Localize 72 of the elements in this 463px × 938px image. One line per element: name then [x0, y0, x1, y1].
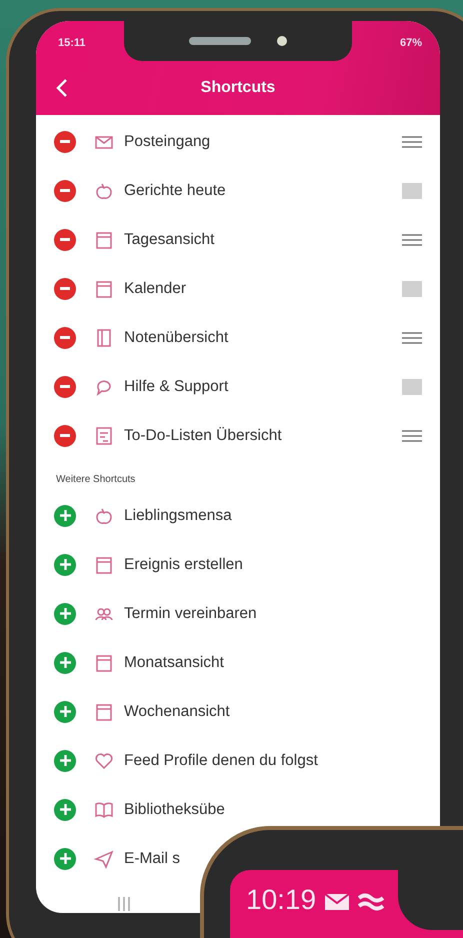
shortcut-label: Wochenansicht	[124, 702, 231, 720]
heart-icon	[94, 750, 114, 770]
calendar-icon	[94, 652, 114, 672]
add-button[interactable]	[54, 652, 76, 674]
add-button[interactable]	[54, 554, 76, 576]
calendar-icon	[94, 554, 114, 574]
drag-handle-icon[interactable]	[402, 182, 422, 198]
calendar-icon	[94, 278, 114, 298]
page-title: Shortcuts	[200, 79, 276, 97]
battery-level: 67%	[400, 37, 422, 49]
remove-button[interactable]	[54, 376, 76, 398]
plus-icon	[60, 755, 70, 766]
shortcut-label: Lieblingsmensa	[124, 506, 233, 524]
minus-icon	[60, 140, 70, 143]
add-button[interactable]	[54, 750, 76, 772]
shortcut-label: Feed Profile denen du folgst	[124, 752, 319, 770]
add-button[interactable]	[54, 798, 76, 820]
shortcut-label: Termin vereinbaren	[124, 604, 258, 622]
drag-handle-icon[interactable]	[402, 330, 422, 344]
shortcut-label: Tagesansicht	[124, 230, 216, 248]
minus-icon	[60, 238, 70, 241]
status-time: 10:19	[246, 884, 316, 916]
shortcut-label: Kalender	[124, 280, 188, 298]
shortcut-label: E-Mail s	[124, 850, 181, 868]
plus-icon	[60, 510, 70, 521]
open-book-icon	[94, 800, 114, 820]
minus-icon	[60, 287, 70, 290]
minus-icon	[60, 434, 70, 437]
plus-icon	[60, 559, 70, 570]
status-time: 15:11	[58, 37, 86, 49]
remove-button[interactable]	[54, 278, 76, 300]
speaker-icon	[189, 37, 251, 45]
paper-plane-icon	[94, 848, 114, 868]
calendar-icon	[94, 702, 114, 722]
drag-handle-icon[interactable]	[402, 134, 422, 148]
wave-icon	[358, 892, 384, 912]
plus-icon	[60, 657, 70, 668]
checklist-icon	[94, 426, 114, 446]
drag-handle-icon[interactable]	[402, 232, 422, 246]
shortcut-label: Posteingang	[124, 132, 212, 150]
plus-icon	[60, 804, 70, 815]
shortcut-label: Notenübersicht	[124, 328, 230, 346]
drag-handle-icon[interactable]	[402, 280, 422, 296]
remove-button[interactable]	[54, 424, 76, 446]
section-heading: Weitere Shortcuts	[55, 473, 136, 487]
add-button[interactable]	[54, 602, 76, 624]
shortcut-label: Hilfe & Support	[124, 378, 230, 396]
envelope-icon	[324, 892, 350, 912]
shortcut-label: Bibliotheksübe	[124, 800, 226, 818]
recent-apps-icon[interactable]	[116, 897, 132, 911]
plus-icon	[60, 853, 70, 864]
remove-button[interactable]	[54, 228, 76, 250]
plus-icon	[60, 706, 70, 717]
remove-button[interactable]	[54, 180, 76, 202]
shortcut-label: Gerichte heute	[124, 182, 227, 200]
calendar-icon	[94, 230, 114, 250]
camera-icon	[277, 36, 287, 46]
add-button[interactable]	[54, 504, 76, 526]
remove-button[interactable]	[54, 130, 76, 152]
add-button[interactable]	[54, 848, 76, 870]
plus-icon	[60, 608, 70, 619]
minus-icon	[60, 189, 70, 192]
chevron-left-icon	[56, 78, 68, 98]
minus-icon	[60, 336, 70, 339]
remove-button[interactable]	[54, 326, 76, 348]
minus-icon	[60, 385, 70, 388]
drag-handle-icon[interactable]	[402, 378, 422, 394]
shortcut-label: Monatsansicht	[124, 654, 225, 672]
shortcut-label: Ereignis erstellen	[124, 556, 244, 574]
add-button[interactable]	[54, 700, 76, 722]
drag-handle-icon[interactable]	[402, 428, 422, 442]
shortcut-label: To-Do-Listen Übersicht	[124, 426, 283, 444]
